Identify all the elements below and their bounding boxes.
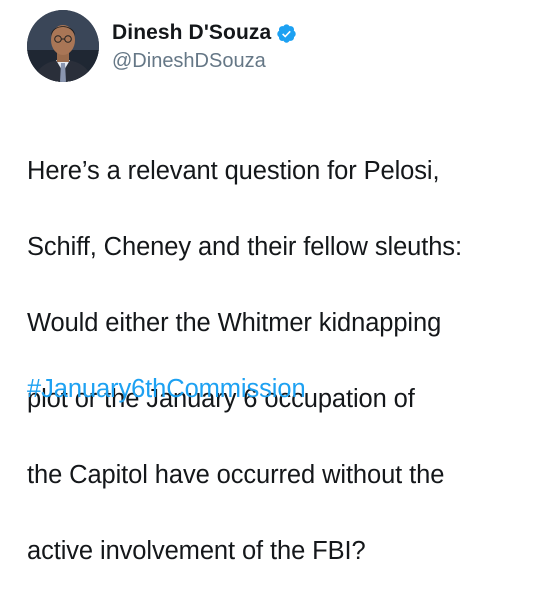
tweet-text-line: the Capitol have occurred without the bbox=[27, 461, 445, 489]
author-display-name[interactable]: Dinesh D'Souza bbox=[112, 21, 271, 45]
hashtag-link[interactable]: #January6thCommission bbox=[27, 370, 306, 408]
tweet-author: Dinesh D'Souza @DineshDSouza bbox=[112, 19, 297, 79]
avatar[interactable] bbox=[27, 10, 99, 82]
tweet-text-line: Here’s a relevant question for Pelosi, bbox=[27, 157, 440, 185]
author-handle[interactable]: @DineshDSouza bbox=[112, 50, 297, 73]
author-name-row: Dinesh D'Souza bbox=[112, 19, 297, 47]
verified-badge-icon bbox=[276, 23, 297, 44]
tweet-text-line: Schiff, Cheney and their fellow sleuths: bbox=[27, 233, 462, 261]
avatar-image bbox=[27, 10, 99, 82]
tweet-text-line: active involvement of the FBI? bbox=[27, 537, 366, 565]
tweet-card: Dinesh D'Souza @DineshDSouza Here’s a re… bbox=[0, 0, 552, 565]
tweet-text-line: Would either the Whitmer kidnapping bbox=[27, 309, 442, 337]
tweet-text: Here’s a relevant question for Pelosi, S… bbox=[27, 114, 547, 608]
